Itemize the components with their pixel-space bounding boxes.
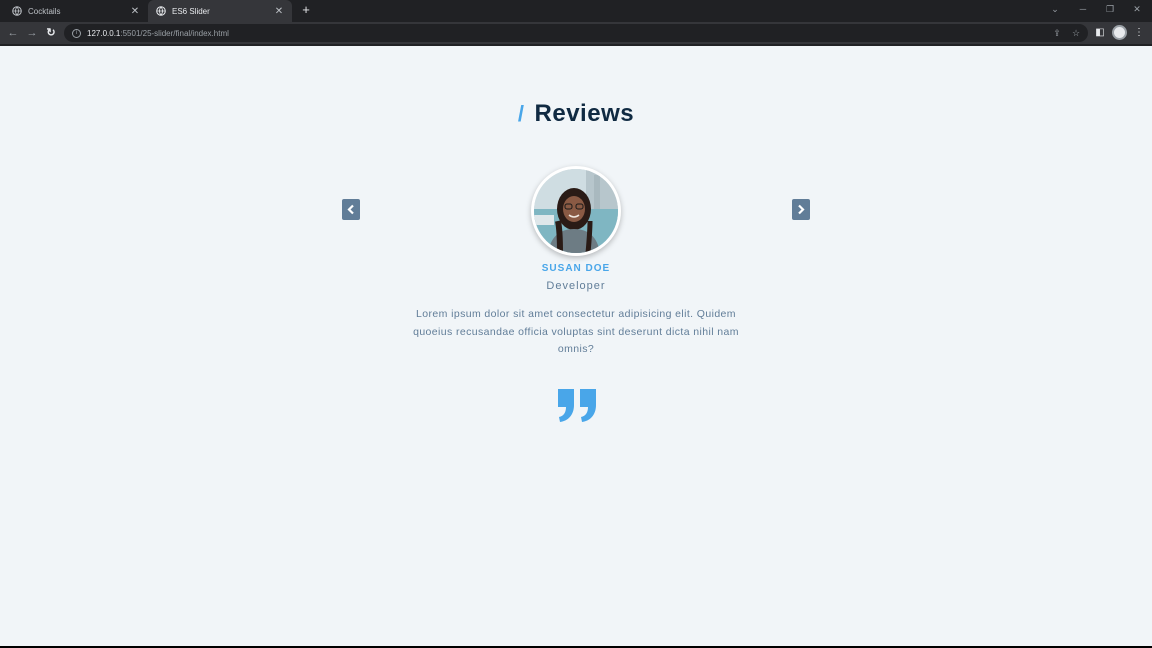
bookmark-star-icon[interactable]: ☆ (1069, 26, 1083, 40)
tab-title: Cocktails (28, 6, 61, 16)
reload-icon[interactable]: ↻ (43, 25, 59, 41)
tab-cocktails[interactable]: Cocktails ✕ (4, 0, 148, 22)
maximize-button[interactable]: ❐ (1099, 0, 1121, 18)
prev-button[interactable] (342, 199, 360, 220)
back-arrow-icon[interactable]: ← (5, 25, 21, 41)
globe-icon (156, 6, 166, 16)
url-host: 127.0.0.1 (87, 28, 121, 38)
title-slash: / (517, 101, 525, 126)
url-path: :5501/25-slider/final/index.html (120, 28, 229, 38)
person-name: susan doe (541, 263, 611, 274)
side-panel-icon[interactable]: ◧ (1092, 25, 1108, 41)
minimize-button[interactable]: ─ (1072, 0, 1094, 18)
window-close-button[interactable]: ✕ (1126, 0, 1148, 18)
section-title: / Reviews (0, 100, 1152, 128)
chevron-right-icon (798, 204, 805, 215)
new-tab-button[interactable]: + (298, 2, 314, 18)
share-icon[interactable]: ⇪ (1050, 26, 1064, 40)
profile-avatar[interactable] (1112, 25, 1127, 40)
address-bar[interactable]: i 127.0.0.1 :5501/25-slider/final/index.… (64, 24, 1088, 42)
menu-dots-icon[interactable]: ⋮ (1131, 25, 1147, 41)
close-icon[interactable]: ✕ (274, 6, 284, 17)
person-photo (534, 169, 618, 253)
chevron-left-icon (347, 204, 354, 215)
person-job: Developer (546, 280, 606, 292)
browser-toolbar: ← → ↻ i 127.0.0.1 :5501/25-slider/final/… (0, 22, 1152, 44)
tab-es6-slider[interactable]: ES6 Slider ✕ (148, 0, 292, 22)
globe-icon (12, 6, 22, 16)
person-avatar (531, 166, 621, 256)
review-text: Lorem ipsum dolor sit amet consectetur a… (413, 308, 739, 355)
tab-title: ES6 Slider (172, 6, 210, 16)
forward-arrow-icon[interactable]: → (24, 25, 40, 41)
info-icon[interactable]: i (72, 28, 81, 38)
page-viewport: / Reviews susan doe Developer Lorem (0, 46, 1152, 646)
tab-strip: Cocktails ✕ ES6 Slider ✕ + ⌄ ─ ❐ ✕ (0, 0, 1152, 22)
close-icon[interactable]: ✕ (130, 6, 140, 17)
next-button[interactable] (792, 199, 810, 220)
quote-right-icon (558, 389, 596, 422)
tab-search-icon[interactable]: ⌄ (1044, 0, 1066, 18)
title-text: Reviews (534, 100, 635, 127)
